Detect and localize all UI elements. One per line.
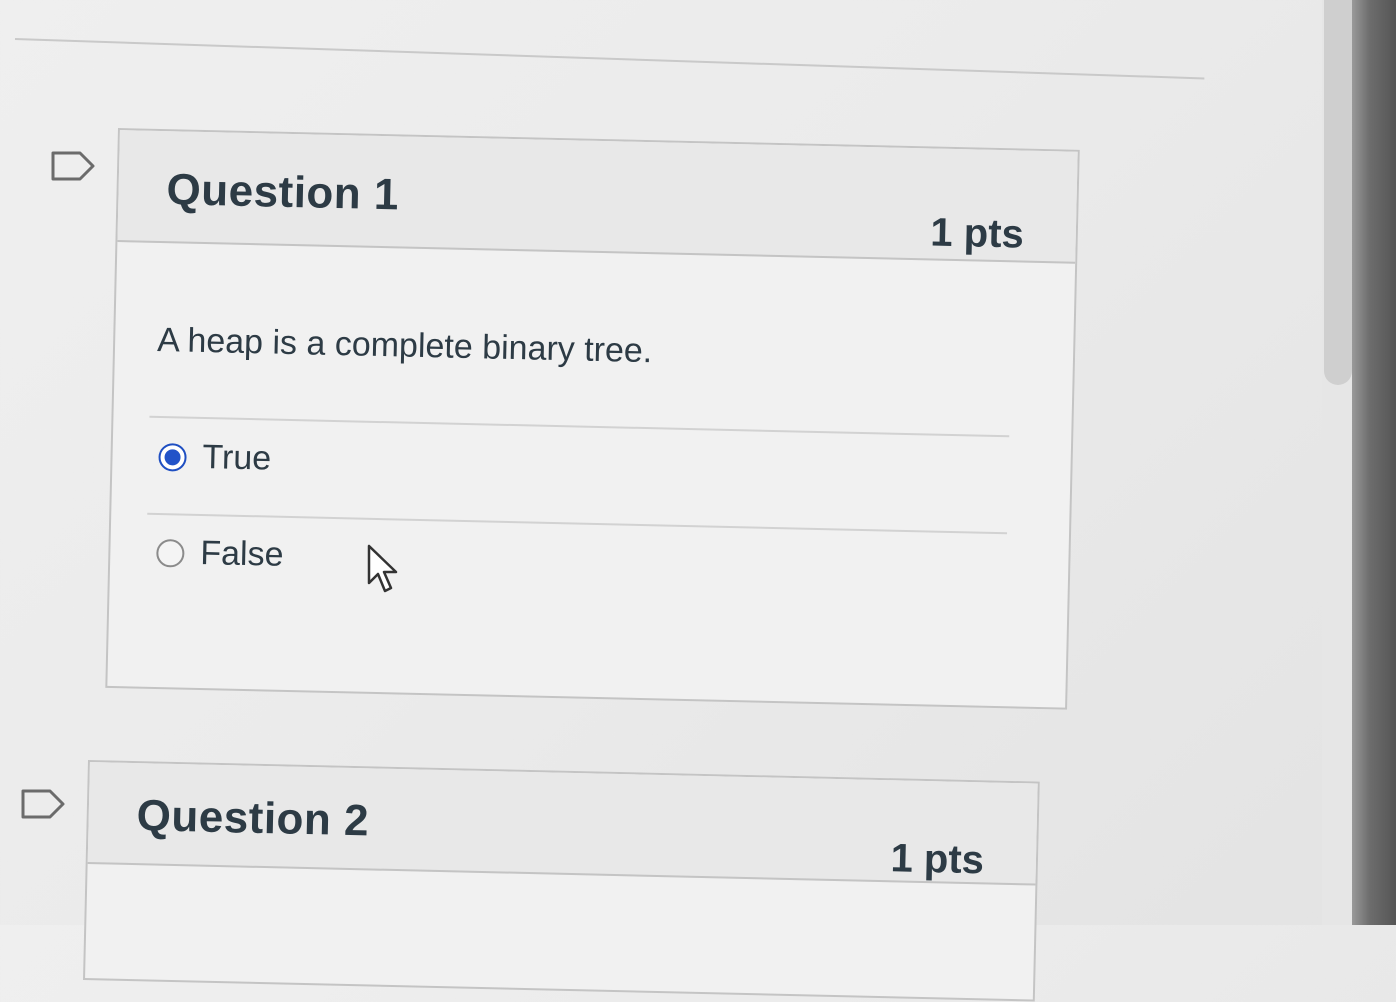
question-points: 1 pts bbox=[890, 836, 985, 883]
answer-true[interactable]: True bbox=[158, 437, 272, 479]
question-2-card: Question 2 1 pts bbox=[83, 760, 1040, 1002]
radio-true[interactable] bbox=[158, 442, 187, 472]
question-points: 1 pts bbox=[929, 210, 1025, 257]
question-1-card: Question 1 1 pts A heap is a complete bi… bbox=[105, 128, 1080, 710]
question-title: Question 2 bbox=[136, 791, 370, 846]
scrollbar-thumb[interactable] bbox=[1324, 0, 1352, 385]
question-1-header: Question 1 1 pts bbox=[117, 130, 1078, 264]
question-2-header: Question 2 1 pts bbox=[87, 762, 1038, 886]
flag-icon[interactable] bbox=[50, 150, 96, 182]
radio-false[interactable] bbox=[156, 538, 185, 568]
answer-divider bbox=[147, 512, 1008, 535]
flag-icon[interactable] bbox=[20, 788, 66, 820]
answer-false[interactable]: False bbox=[156, 533, 284, 575]
mouse-pointer-icon bbox=[367, 544, 398, 593]
answer-label-false: False bbox=[199, 533, 284, 574]
answer-label-true: True bbox=[202, 438, 272, 478]
answer-divider bbox=[149, 415, 1010, 438]
screen-bezel bbox=[1352, 0, 1396, 925]
question-title: Question 1 bbox=[166, 165, 400, 220]
question-text: A heap is a complete binary tree. bbox=[156, 320, 653, 371]
page-divider bbox=[14, 38, 1205, 80]
